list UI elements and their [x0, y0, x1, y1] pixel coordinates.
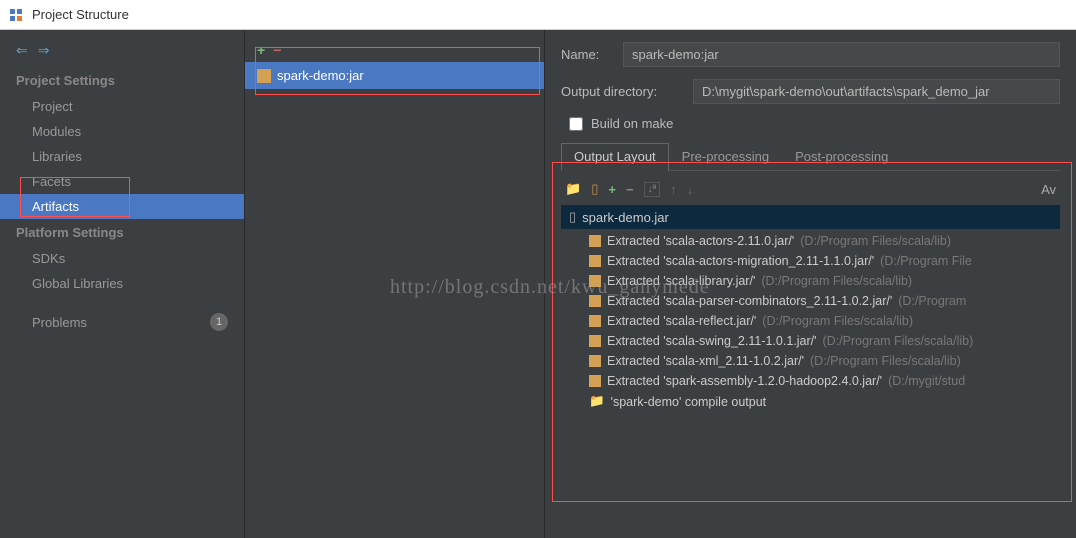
build-on-make-label: Build on make	[591, 116, 673, 131]
sort-icon[interactable]: ↓ª	[644, 182, 661, 197]
tree-item-extracted[interactable]: Extracted 'scala-reflect.jar/' (D:/Progr…	[561, 311, 1060, 331]
extracted-icon	[589, 375, 601, 387]
back-arrow-icon[interactable]: ⇐	[16, 42, 28, 59]
tree-item-extracted[interactable]: Extracted 'scala-actors-2.11.0.jar/' (D:…	[561, 231, 1060, 251]
sidebar: ⇐ ⇒ Project Settings Project Modules Lib…	[0, 30, 245, 538]
artifact-details-panel: Name: Output directory: Build on make Ou…	[545, 30, 1076, 538]
titlebar: Project Structure	[0, 0, 1076, 30]
tree-item-extracted[interactable]: Extracted 'spark-assembly-1.2.0-hadoop2.…	[561, 371, 1060, 391]
available-label: Av	[1041, 182, 1056, 197]
extracted-icon	[589, 355, 601, 367]
tree-item-compile-output[interactable]: 📁'spark-demo' compile output	[561, 391, 1060, 412]
section-header-platform: Platform Settings	[0, 219, 244, 246]
build-on-make-row: Build on make	[561, 116, 1060, 131]
name-label: Name:	[561, 47, 611, 62]
add-icon[interactable]: +	[608, 182, 616, 197]
tab-post-processing[interactable]: Post-processing	[782, 143, 901, 170]
sidebar-item-global-libraries[interactable]: Global Libraries	[0, 271, 244, 296]
extracted-icon	[589, 235, 601, 247]
sidebar-item-facets[interactable]: Facets	[0, 169, 244, 194]
extracted-icon	[589, 315, 601, 327]
forward-arrow-icon[interactable]: ⇒	[38, 42, 50, 59]
sidebar-item-libraries[interactable]: Libraries	[0, 144, 244, 169]
tree-item-extracted[interactable]: Extracted 'scala-parser-combinators_2.11…	[561, 291, 1060, 311]
tab-pre-processing[interactable]: Pre-processing	[669, 143, 782, 170]
new-archive-icon[interactable]: ▯	[591, 181, 598, 197]
tabs: Output Layout Pre-processing Post-proces…	[561, 143, 1060, 171]
extracted-icon	[589, 295, 601, 307]
extracted-icon	[589, 275, 601, 287]
remove-artifact-icon[interactable]: −	[273, 42, 281, 58]
artifact-add-remove: + −	[245, 38, 544, 62]
sidebar-item-modules[interactable]: Modules	[0, 119, 244, 144]
package-icon	[257, 69, 271, 83]
move-down-icon[interactable]: ↓	[687, 182, 694, 197]
tree-item-extracted[interactable]: Extracted 'scala-library.jar/' (D:/Progr…	[561, 271, 1060, 291]
output-tree: ▯ spark-demo.jar Extracted 'scala-actors…	[561, 203, 1060, 414]
nav-arrows: ⇐ ⇒	[0, 38, 244, 67]
artifact-list-panel: + − spark-demo:jar	[245, 30, 545, 538]
tab-output-layout[interactable]: Output Layout	[561, 143, 669, 171]
window-title: Project Structure	[32, 7, 129, 22]
tree-item-extracted[interactable]: Extracted 'scala-xml_2.11-1.0.2.jar/' (D…	[561, 351, 1060, 371]
sidebar-item-project[interactable]: Project	[0, 94, 244, 119]
output-dir-row: Output directory:	[561, 79, 1060, 104]
main-container: ⇐ ⇒ Project Settings Project Modules Lib…	[0, 30, 1076, 538]
build-on-make-checkbox[interactable]	[569, 117, 583, 131]
extracted-icon	[589, 335, 601, 347]
output-dir-label: Output directory:	[561, 84, 681, 99]
tree-item-extracted[interactable]: Extracted 'scala-actors-migration_2.11-1…	[561, 251, 1060, 271]
sidebar-item-problems[interactable]: Problems 1	[0, 308, 244, 336]
tree-item-extracted[interactable]: Extracted 'scala-swing_2.11-1.0.1.jar/' …	[561, 331, 1060, 351]
section-header-project: Project Settings	[0, 67, 244, 94]
problems-badge: 1	[210, 313, 228, 331]
name-row: Name:	[561, 42, 1060, 67]
folder-icon: 📁	[589, 394, 605, 409]
sidebar-item-sdks[interactable]: SDKs	[0, 246, 244, 271]
remove-icon[interactable]: −	[626, 182, 634, 197]
output-toolbar: 📁 ▯ + − ↓ª ↑ ↓ Av	[561, 175, 1060, 203]
move-up-icon[interactable]: ↑	[670, 182, 677, 197]
app-logo-icon	[8, 7, 24, 23]
extracted-icon	[589, 255, 601, 267]
artifact-item-spark-demo[interactable]: spark-demo:jar	[245, 62, 544, 89]
new-folder-icon[interactable]: 📁	[565, 181, 581, 197]
name-input[interactable]	[623, 42, 1060, 67]
tree-root-jar[interactable]: ▯ spark-demo.jar	[561, 205, 1060, 229]
jar-icon: ▯	[569, 209, 576, 225]
output-dir-input[interactable]	[693, 79, 1060, 104]
sidebar-item-artifacts[interactable]: Artifacts	[0, 194, 244, 219]
add-artifact-icon[interactable]: +	[257, 42, 265, 58]
